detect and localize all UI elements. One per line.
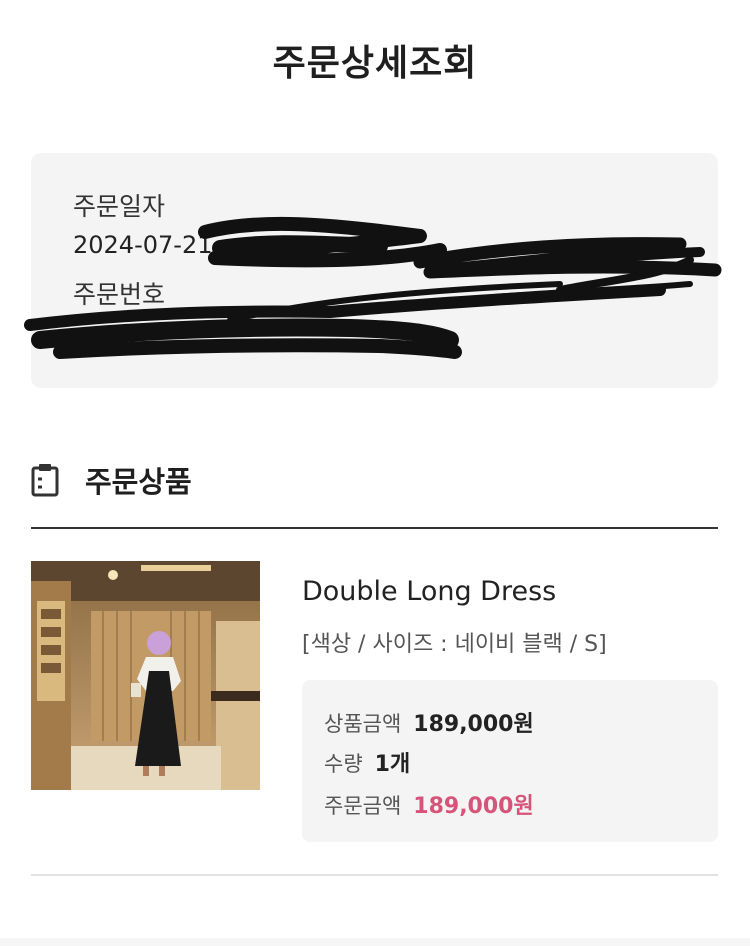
order-amount-label: 주문금액 [324, 794, 402, 818]
order-amount-row: 주문금액 189,000원 [324, 788, 534, 820]
order-date-value: 2024-07-21 [73, 231, 213, 259]
order-date-label: 주문일자 [73, 192, 166, 221]
section-header-order-items: 주문상품 [31, 458, 192, 502]
bottom-strip [0, 938, 750, 946]
quantity-row: 수량 1개 [324, 746, 410, 778]
clipboard-icon [31, 463, 61, 497]
product-image[interactable] [31, 561, 260, 790]
item-price-row: 상품금액 189,000원 [324, 706, 534, 738]
section-divider [31, 527, 718, 529]
quantity-value: 1개 [374, 752, 411, 777]
product-options: [색상 / 사이즈 : 네이비 블랙 / S] [302, 632, 607, 657]
quantity-label: 수량 [324, 752, 363, 776]
price-summary-box: 상품금액 189,000원 수량 1개 주문금액 189,000원 [302, 680, 718, 842]
section-title: 주문상품 [85, 465, 192, 499]
order-number-label: 주문번호 [73, 280, 166, 309]
order-info-box: 주문일자 2024-07-21 주문번호 [31, 153, 718, 388]
item-price-label: 상품금액 [324, 712, 402, 736]
bottom-divider [31, 874, 718, 876]
order-amount-value: 189,000원 [413, 794, 534, 819]
product-name[interactable]: Double Long Dress [302, 576, 556, 607]
item-price-value: 189,000원 [413, 712, 534, 737]
page-title: 주문상세조회 [272, 43, 478, 84]
